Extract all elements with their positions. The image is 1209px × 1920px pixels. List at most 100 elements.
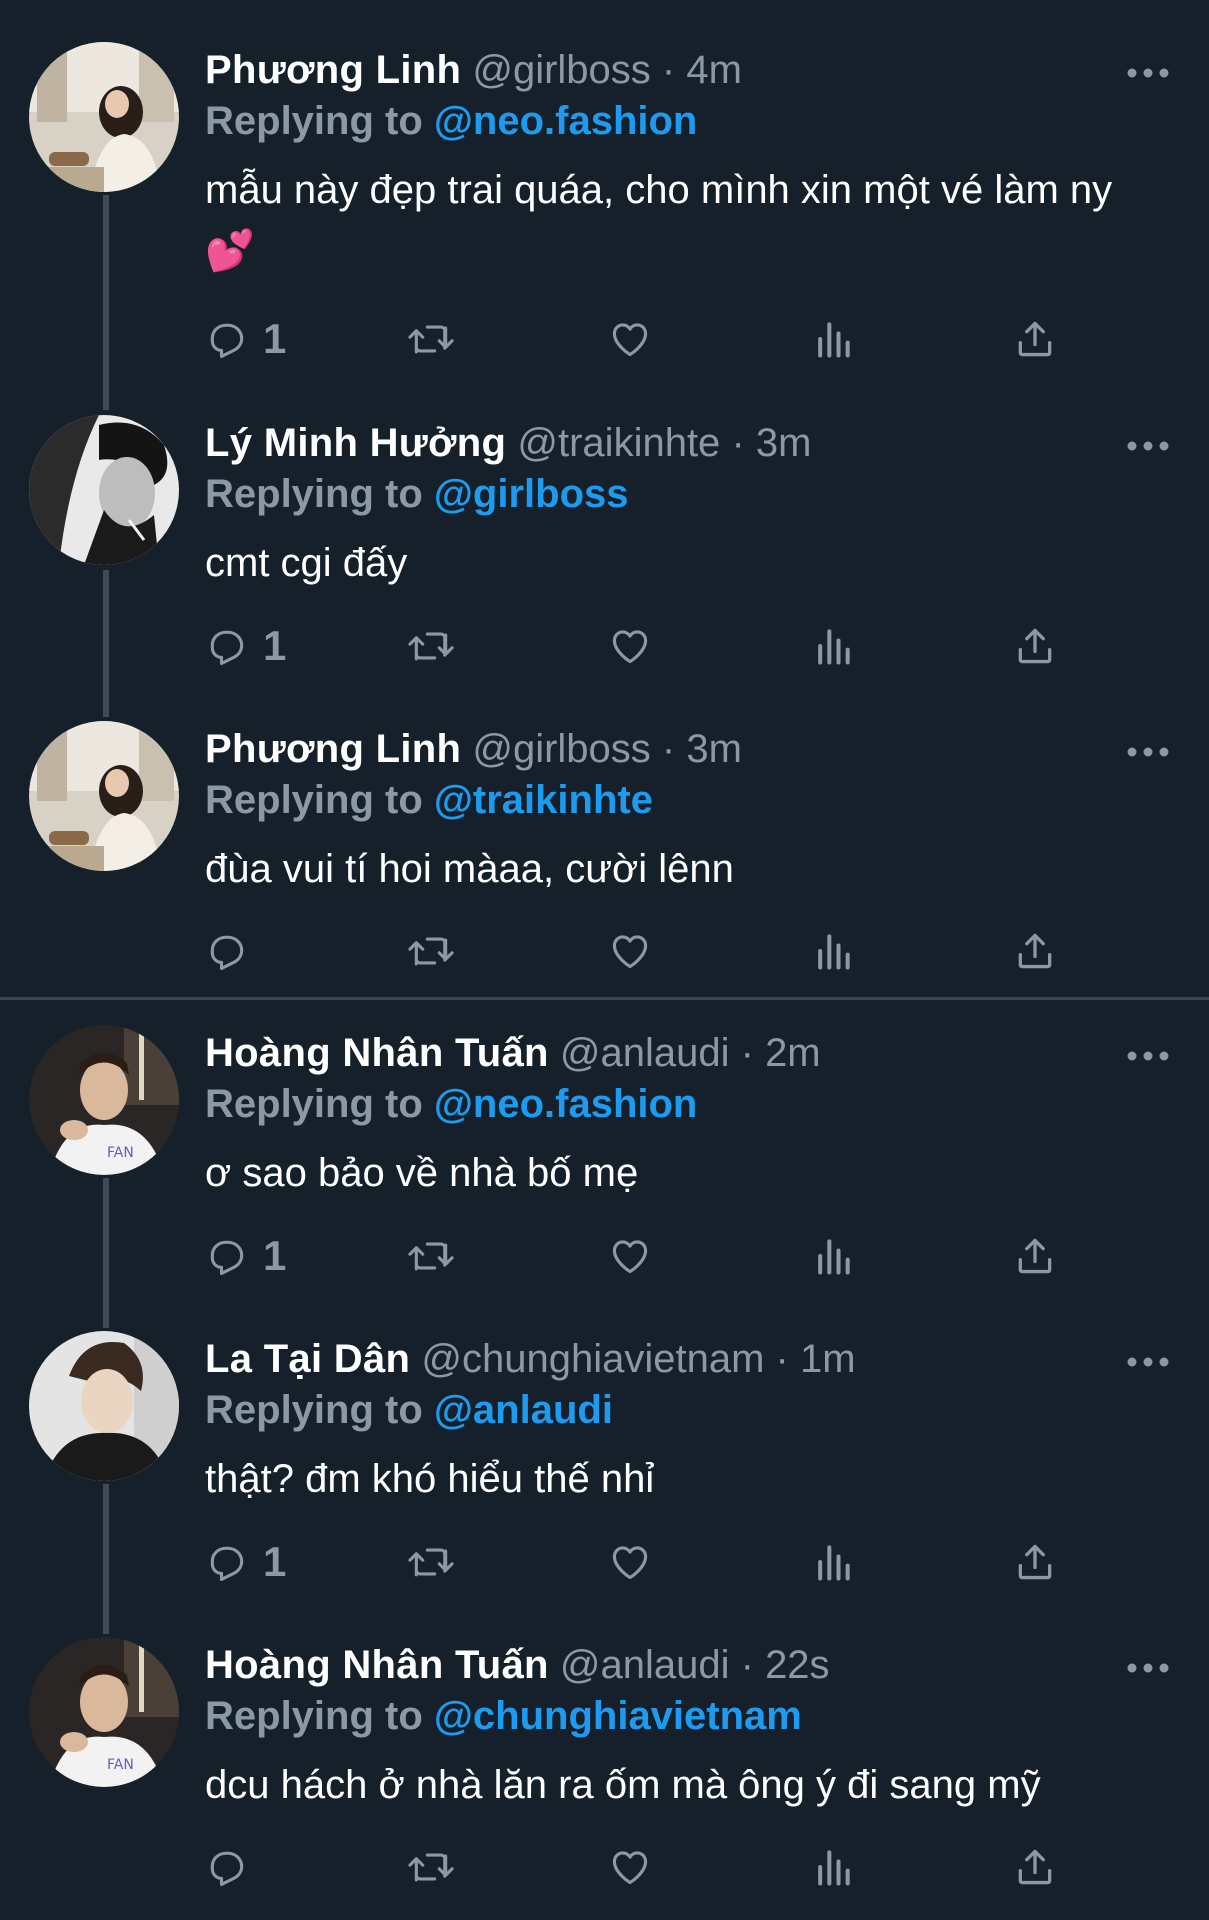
reply-button[interactable]: 1 xyxy=(205,1231,286,1281)
timestamp[interactable]: 4m xyxy=(686,48,742,92)
analytics-icon xyxy=(818,1545,850,1581)
reply-icon xyxy=(210,935,244,970)
like-button[interactable] xyxy=(607,621,653,671)
reply-mention-link[interactable]: @neo.fashion xyxy=(434,1082,697,1126)
separator-dot: · xyxy=(775,1337,789,1381)
analytics-button[interactable] xyxy=(813,1231,853,1281)
timestamp[interactable]: 1m xyxy=(800,1337,856,1381)
retweet-button[interactable] xyxy=(405,1842,457,1892)
like-button[interactable] xyxy=(607,926,653,976)
more-options-icon[interactable] xyxy=(1126,1355,1170,1367)
user-handle[interactable]: @chunghiavietnam xyxy=(421,1337,764,1381)
retweet-button[interactable] xyxy=(405,1231,457,1281)
replying-to: Replying to @chunghiavietnam xyxy=(205,1692,802,1740)
tweet-text: ơ sao bảo về nhà bố mẹ xyxy=(205,1151,639,1195)
reply-mention-link[interactable]: @traikinhte xyxy=(434,778,653,822)
retweet-icon xyxy=(408,1548,454,1577)
like-button[interactable] xyxy=(607,1842,653,1892)
display-name[interactable]: Lý Minh Hưởng xyxy=(205,421,506,465)
timestamp[interactable]: 3m xyxy=(756,421,812,465)
replying-to-label: Replying to xyxy=(205,472,423,516)
avatar[interactable] xyxy=(29,42,179,192)
thread-line xyxy=(103,570,109,717)
thread-line xyxy=(103,1484,109,1634)
timestamp[interactable]: 22s xyxy=(765,1643,830,1687)
display-name[interactable]: Hoàng Nhân Tuấn xyxy=(205,1031,549,1075)
like-button[interactable] xyxy=(607,314,653,364)
like-button[interactable] xyxy=(607,1537,653,1587)
share-button[interactable] xyxy=(1013,1537,1057,1587)
more-options-icon[interactable] xyxy=(1126,745,1170,757)
analytics-button[interactable] xyxy=(813,926,853,976)
replying-to-label: Replying to xyxy=(205,1388,423,1432)
user-handle[interactable]: @anlaudi xyxy=(560,1031,730,1075)
timestamp[interactable]: 2m xyxy=(765,1031,821,1075)
more-options-icon[interactable] xyxy=(1126,439,1170,451)
avatar[interactable] xyxy=(29,1331,179,1481)
display-name[interactable]: La Tại Dân xyxy=(205,1337,410,1381)
display-name[interactable]: Phương Linh xyxy=(205,727,461,771)
analytics-button[interactable] xyxy=(813,314,853,364)
reply-button[interactable]: 1 xyxy=(205,1537,286,1587)
separator-dot: · xyxy=(731,421,745,465)
replying-to-label: Replying to xyxy=(205,99,423,143)
share-button[interactable] xyxy=(1013,1231,1057,1281)
display-name[interactable]: Phương Linh xyxy=(205,48,461,92)
share-icon xyxy=(1018,1849,1052,1885)
reply-icon xyxy=(210,323,244,358)
avatar[interactable] xyxy=(29,721,179,871)
tweet-header: Hoàng Nhân Tuấn @anlaudi · 2m xyxy=(205,1029,821,1077)
analytics-button[interactable] xyxy=(813,621,853,671)
like-button[interactable] xyxy=(607,1231,653,1281)
share-icon xyxy=(1018,933,1052,969)
separator-dot: · xyxy=(661,48,676,92)
reply-button[interactable] xyxy=(205,1842,263,1892)
avatar[interactable]: FAN xyxy=(29,1637,179,1787)
analytics-button[interactable] xyxy=(813,1537,853,1587)
reply-mention-link[interactable]: @chunghiavietnam xyxy=(434,1694,802,1738)
retweet-button[interactable] xyxy=(405,1537,457,1587)
more-options-icon[interactable] xyxy=(1126,66,1170,78)
timestamp[interactable]: 3m xyxy=(686,727,742,771)
display-name[interactable]: Hoàng Nhân Tuấn xyxy=(205,1643,549,1687)
reply-count: 1 xyxy=(263,622,287,669)
share-icon xyxy=(1018,1238,1052,1274)
reply-mention-link[interactable]: @anlaudi xyxy=(434,1388,613,1432)
share-icon xyxy=(1018,1544,1052,1580)
reply-button[interactable] xyxy=(205,926,263,976)
more-options-icon[interactable] xyxy=(1126,1661,1170,1673)
retweet-button[interactable] xyxy=(405,926,457,976)
separator-dot: · xyxy=(740,1643,754,1687)
share-button[interactable] xyxy=(1013,621,1057,671)
reply-count: 1 xyxy=(263,1538,287,1585)
user-handle[interactable]: @anlaudi xyxy=(560,1643,730,1687)
reply-button[interactable]: 1 xyxy=(205,314,286,364)
replying-to: Replying to @neo.fashion xyxy=(205,97,697,145)
like-icon xyxy=(612,1546,648,1580)
retweet-icon xyxy=(408,632,454,661)
more-options-icon[interactable] xyxy=(1126,1049,1170,1061)
reply-mention-link[interactable]: @neo.fashion xyxy=(434,99,697,143)
avatar[interactable] xyxy=(29,415,179,565)
share-button[interactable] xyxy=(1013,314,1057,364)
replying-to: Replying to @traikinhte xyxy=(205,776,653,824)
reply-mention-link[interactable]: @girlboss xyxy=(434,472,629,516)
user-handle[interactable]: @traikinhte xyxy=(517,421,720,465)
retweet-button[interactable] xyxy=(405,314,457,364)
reply-button[interactable]: 1 xyxy=(205,621,286,671)
retweet-icon xyxy=(408,1242,454,1271)
analytics-button[interactable] xyxy=(813,1842,853,1892)
tweet-text: cmt cgi đấy xyxy=(205,541,408,585)
retweet-button[interactable] xyxy=(405,621,457,671)
reply-icon xyxy=(210,1851,244,1886)
avatar[interactable]: FAN xyxy=(29,1025,179,1175)
user-handle[interactable]: @girlboss xyxy=(472,48,650,92)
share-button[interactable] xyxy=(1013,926,1057,976)
replying-to: Replying to @anlaudi xyxy=(205,1386,613,1434)
share-button[interactable] xyxy=(1013,1842,1057,1892)
reply-count: 1 xyxy=(263,315,287,362)
share-icon xyxy=(1018,628,1052,664)
user-handle[interactable]: @girlboss xyxy=(472,727,650,771)
reply-icon xyxy=(210,1546,244,1581)
replying-to: Replying to @girlboss xyxy=(205,470,629,518)
